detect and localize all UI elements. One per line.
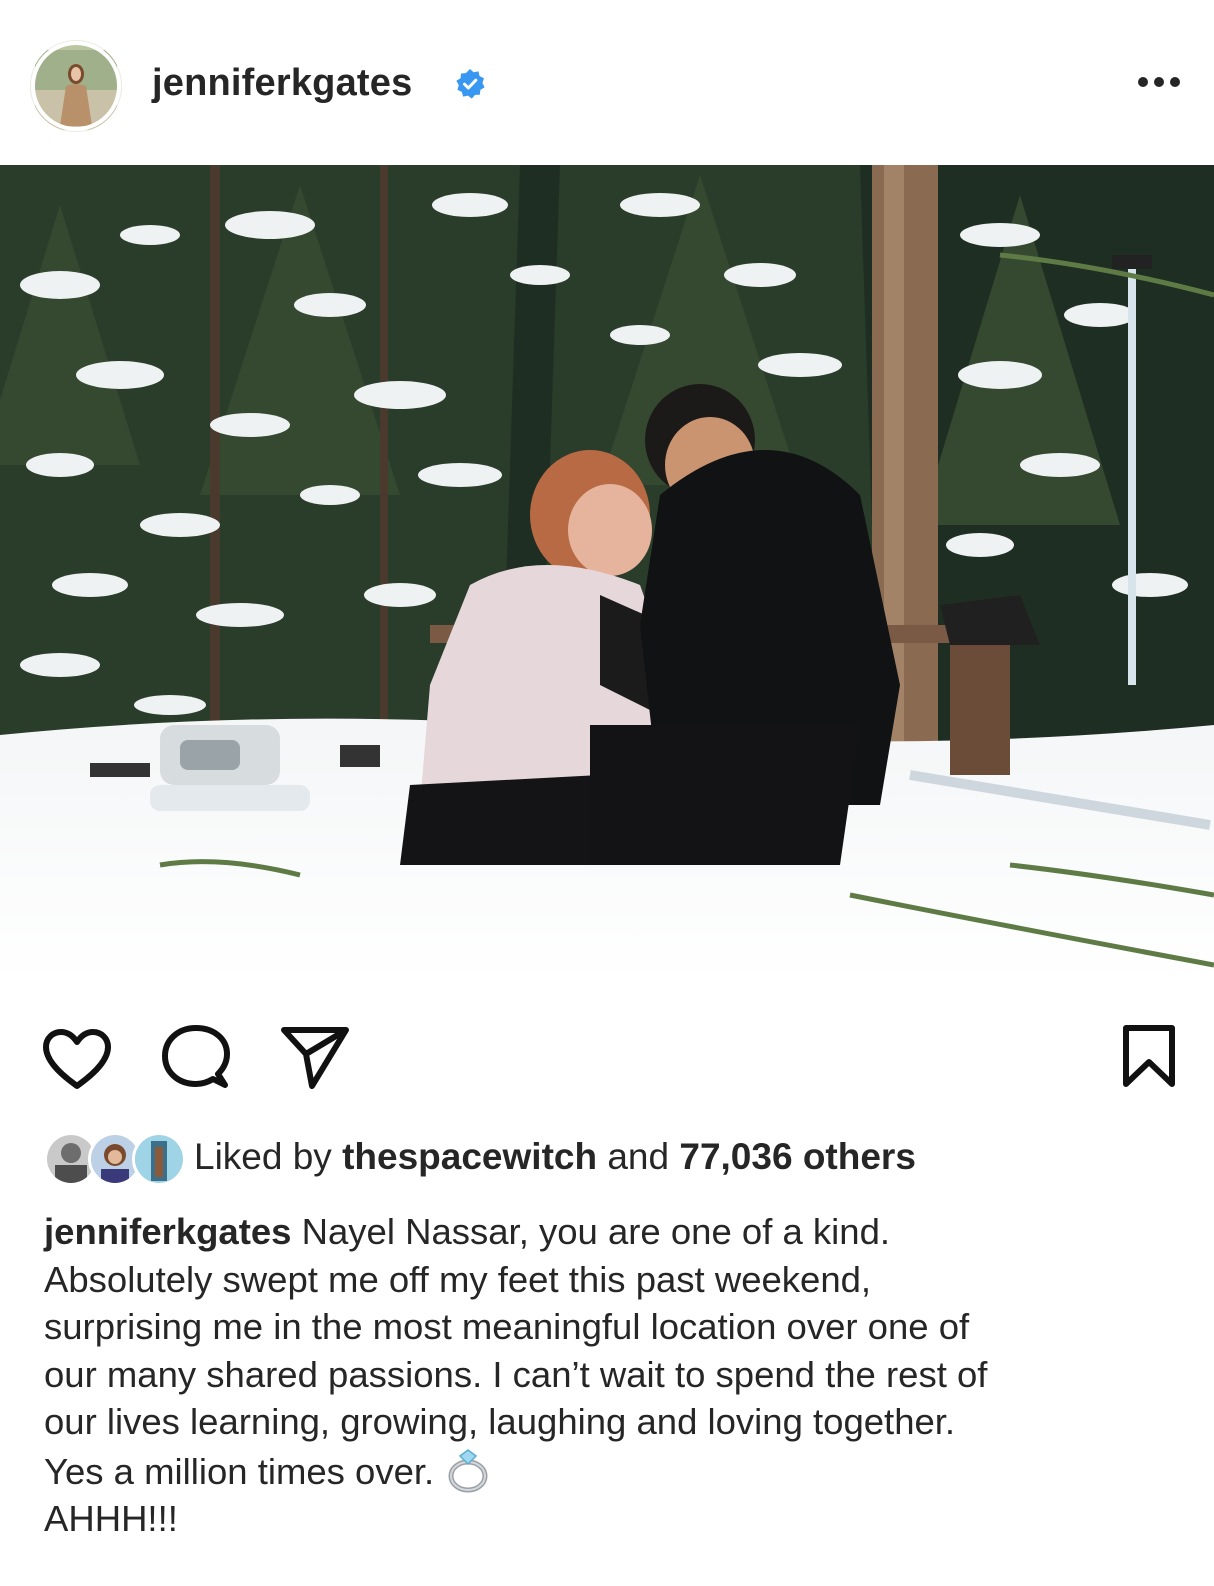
comment-icon[interactable]: [160, 1024, 230, 1090]
verified-badge-icon: [456, 69, 485, 99]
share-icon[interactable]: [280, 1024, 350, 1090]
liker-avatar: [132, 1132, 186, 1186]
liked-by-label: Liked by: [194, 1136, 332, 1177]
avatar[interactable]: [30, 40, 122, 132]
caption-line: jenniferkgates Nayel Nassar, you are one…: [44, 1208, 1194, 1256]
caption-line: surprising me in the most meaningful loc…: [44, 1306, 970, 1347]
snowy-proposal-photo: [0, 165, 1214, 983]
caption-line: our lives learning, growing, laughing an…: [44, 1401, 956, 1442]
caption-username[interactable]: jenniferkgates: [44, 1211, 291, 1252]
post-username[interactable]: jenniferkgates: [152, 62, 412, 105]
heart-icon[interactable]: [42, 1028, 112, 1090]
caption-line: Yes a million times over.: [44, 1446, 1194, 1496]
likes-row[interactable]: Liked by thespacewitch and 77,036 others: [44, 1126, 1204, 1186]
liker-username[interactable]: thespacewitch: [342, 1136, 597, 1177]
ring-emoji-icon: [448, 1448, 488, 1492]
post-action-bar: [0, 1000, 1214, 1120]
bookmark-icon[interactable]: [1120, 1024, 1178, 1090]
post-caption: jenniferkgates Nayel Nassar, you are one…: [44, 1208, 1194, 1543]
caption-text: Yes a million times over.: [44, 1450, 435, 1492]
caption-text: Nayel Nassar, you are one of a kind.: [301, 1211, 891, 1252]
caption-line: AHHH!!!: [44, 1498, 178, 1539]
caption-line: our many shared passions. I can’t wait t…: [44, 1353, 988, 1395]
likes-and-label: and: [607, 1136, 670, 1177]
likes-text: Liked by thespacewitch and 77,036 others: [194, 1136, 916, 1178]
caption-line: Absolutely swept me off my feet this pas…: [44, 1258, 872, 1300]
post-header: jenniferkgates: [0, 0, 1214, 165]
likes-count[interactable]: 77,036 others: [679, 1136, 916, 1177]
post-photo[interactable]: [0, 165, 1214, 983]
more-options-icon[interactable]: [1136, 70, 1182, 94]
